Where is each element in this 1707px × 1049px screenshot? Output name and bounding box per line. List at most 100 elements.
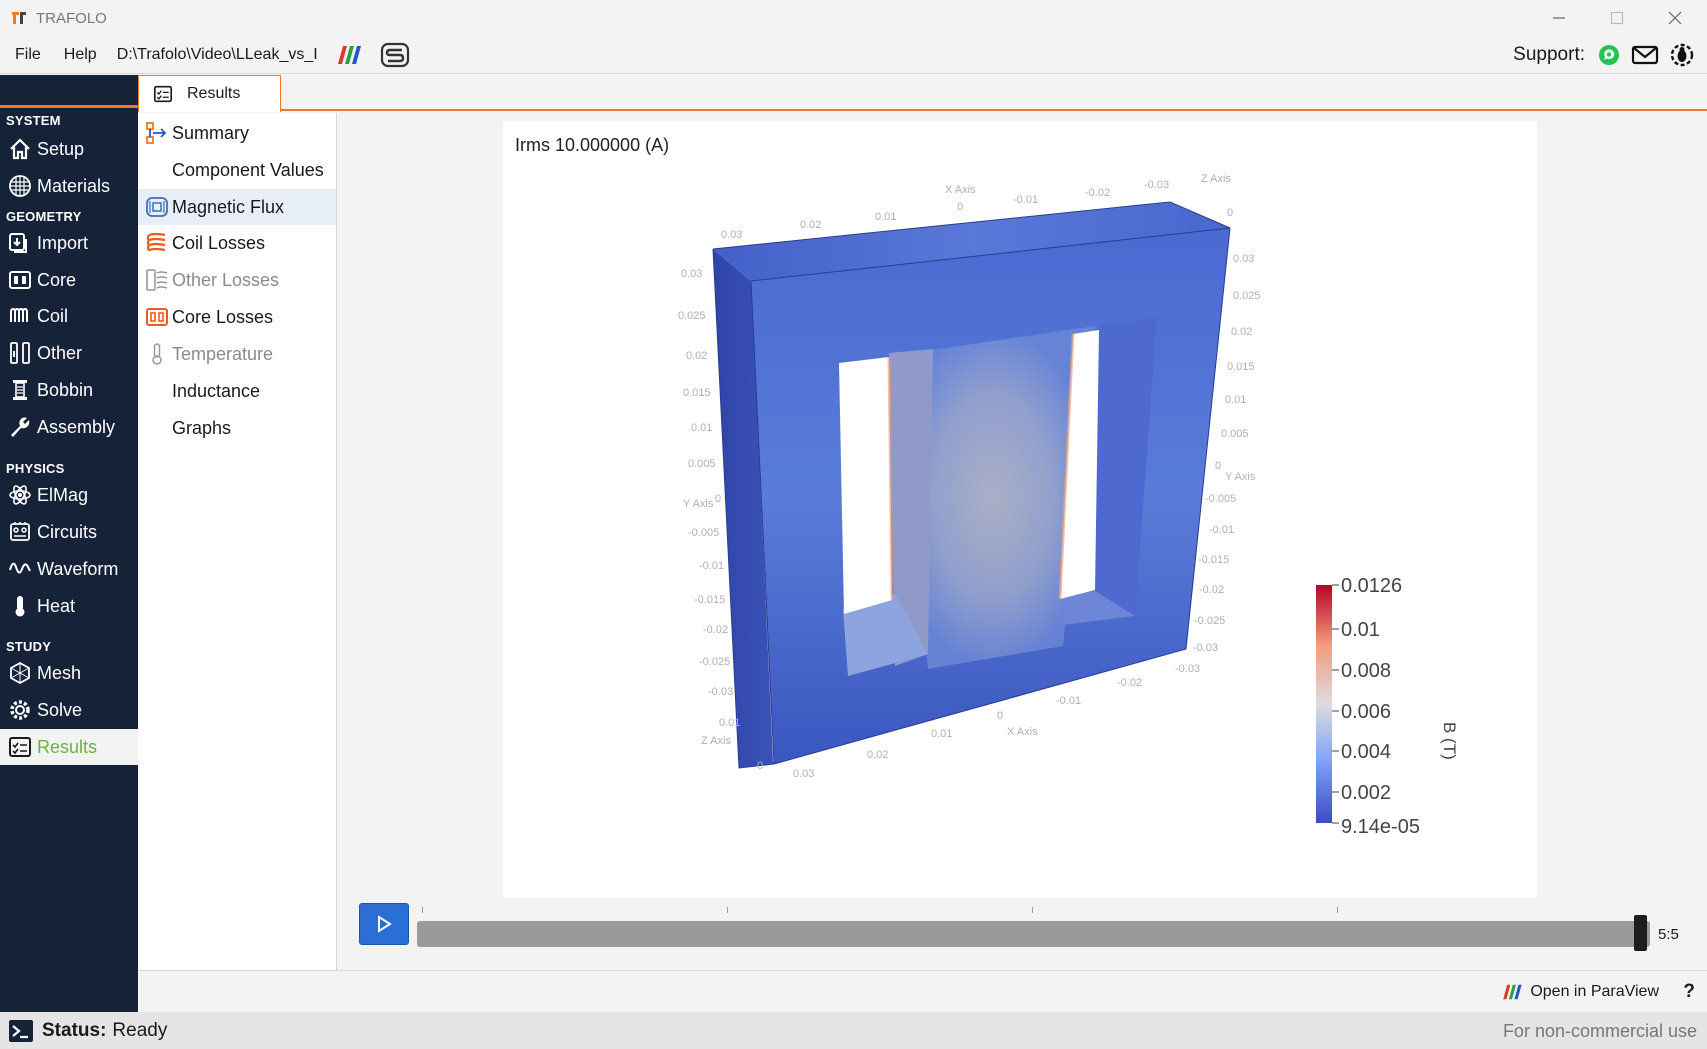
sidebar-item-label: Circuits: [37, 521, 98, 542]
maximize-icon: [1610, 11, 1624, 25]
svg-text:-0.02: -0.02: [1085, 187, 1110, 199]
minimize-icon: [1553, 17, 1565, 19]
other-losses-icon: [146, 269, 168, 291]
results-item-label: Inductance: [172, 380, 261, 401]
results-item-coil-losses[interactable]: Coil Losses: [138, 225, 336, 261]
sidebar-item-setup[interactable]: Setup: [0, 131, 138, 167]
sidebar-item-mesh[interactable]: Mesh: [0, 655, 138, 691]
sidebar-item-import[interactable]: Import: [0, 225, 138, 261]
results-item-label: Coil Losses: [172, 232, 266, 253]
sidebar-item-materials[interactable]: Materials: [0, 168, 138, 204]
results-item-other-losses[interactable]: Other Losses: [138, 262, 336, 298]
paraview-logo-button[interactable]: [334, 44, 364, 66]
terminal-icon[interactable]: [8, 1019, 34, 1043]
svg-text:-0.02: -0.02: [1117, 677, 1142, 689]
minimize-button[interactable]: [1530, 0, 1588, 36]
sidebar-item-label: Assembly: [37, 416, 116, 437]
mail-icon[interactable]: [1631, 44, 1659, 66]
slider-tick: [1032, 907, 1033, 913]
svg-text:0.015: 0.015: [683, 387, 711, 399]
time-slider-handle[interactable]: [1634, 915, 1647, 951]
menu-help[interactable]: Help: [56, 46, 105, 64]
results-item-graphs[interactable]: Graphs: [138, 410, 336, 446]
solve-gear-icon: [10, 700, 30, 720]
sidebar-item-bobbin[interactable]: Bobbin: [0, 372, 138, 408]
status-bar: Status: Ready For non-commercial use: [0, 1012, 1707, 1049]
svg-text:0.005: 0.005: [1221, 428, 1249, 440]
sidebar: SYSTEM Setup Materials GEOMETRY Import C…: [0, 75, 138, 1012]
other-icon: [10, 342, 30, 364]
svg-text:-0.005: -0.005: [688, 527, 719, 539]
svg-text:-0.02: -0.02: [703, 624, 728, 636]
results-item-label: Magnetic Flux: [172, 196, 285, 217]
svg-text:-0.01: -0.01: [1013, 194, 1038, 206]
sidebar-item-label: Solve: [37, 699, 83, 720]
waveform-icon: [9, 562, 31, 574]
sidebar-item-assembly[interactable]: Assembly: [0, 409, 138, 445]
render-viewport[interactable]: Irms 10.000000 (A) X Axis Z Axis 0.03 0.…: [503, 121, 1537, 898]
paraview-logo-icon: [337, 45, 361, 64]
support-area: Support:: [1513, 36, 1695, 74]
core-3d-render[interactable]: X Axis Z Axis 0.03 0.02 0.01 0 -0.01 -0.…: [503, 121, 1537, 898]
s-logo-icon: [380, 42, 409, 67]
sidebar-item-circuits[interactable]: Circuits: [0, 514, 138, 550]
sidebar-item-elmag[interactable]: ElMag: [0, 477, 138, 513]
bottom-x-axis-label: X Axis: [1007, 726, 1038, 738]
menu-file[interactable]: File: [7, 46, 49, 64]
top-x-axis-label: X Axis: [945, 184, 976, 196]
svg-text:0: 0: [997, 710, 1003, 722]
svg-text:-0.01: -0.01: [1056, 695, 1081, 707]
bobbin-icon: [13, 380, 27, 400]
sidebar-item-solve[interactable]: Solve: [0, 692, 138, 728]
mesh-icon: [10, 661, 30, 685]
results-item-temperature[interactable]: Temperature: [138, 336, 336, 372]
left-z-axis-label: Z Axis: [701, 735, 731, 747]
colorbar-title: B (T): [1440, 722, 1459, 760]
results-item-core-losses[interactable]: Core Losses: [138, 299, 336, 335]
time-slider-value: 5:5: [1658, 926, 1679, 943]
help-button[interactable]: ?: [1683, 981, 1695, 1003]
sidebar-section-study: STUDY: [6, 639, 52, 654]
svg-text:0.02: 0.02: [867, 749, 888, 761]
right-y-axis-label: Y Axis: [1225, 471, 1256, 483]
svg-text:0: 0: [715, 493, 721, 505]
sidebar-item-waveform[interactable]: Waveform: [0, 551, 138, 587]
svg-text:0.01: 0.01: [691, 422, 712, 434]
title-bar: TRAFOLO: [0, 0, 1707, 36]
svg-text:0.01: 0.01: [931, 728, 952, 740]
bug-icon[interactable]: [1669, 42, 1695, 68]
sidebar-item-coil[interactable]: Coil: [0, 298, 138, 334]
results-item-component-values[interactable]: Component Values: [138, 152, 336, 188]
sidebar-item-heat[interactable]: Heat: [0, 588, 138, 624]
svg-text:-0.005: -0.005: [1205, 493, 1236, 505]
support-label: Support:: [1513, 44, 1585, 65]
results-icon: [154, 85, 172, 103]
s-logo-button[interactable]: [380, 42, 410, 68]
whatsapp-icon[interactable]: [1597, 43, 1621, 67]
open-in-paraview-button[interactable]: Open in ParaView: [1500, 983, 1659, 1001]
time-slider-track[interactable]: [417, 921, 1650, 947]
sidebar-item-core[interactable]: Core: [0, 262, 138, 298]
trafolo-logo-icon: [12, 12, 26, 24]
sidebar-item-results[interactable]: Results: [0, 729, 138, 765]
coil-losses-icon: [146, 232, 166, 252]
sidebar-item-label: Core: [37, 269, 77, 290]
colorbar-tick-label: 0.008: [1341, 660, 1391, 682]
results-item-magnetic-flux[interactable]: Magnetic Flux: [138, 189, 336, 225]
results-item-summary[interactable]: Summary: [138, 115, 336, 151]
close-button[interactable]: [1646, 0, 1704, 36]
thermometer-icon: [15, 596, 25, 617]
top-z-axis-label: Z Axis: [1201, 173, 1231, 185]
svg-text:-0.03: -0.03: [1144, 179, 1169, 191]
play-button[interactable]: [359, 903, 409, 945]
materials-grid-icon: [9, 175, 31, 197]
sidebar-item-other[interactable]: Other: [0, 335, 138, 371]
results-item-inductance[interactable]: Inductance: [138, 373, 336, 409]
maximize-button[interactable]: [1588, 0, 1646, 36]
results-item-label: Temperature: [172, 343, 274, 364]
results-icon: [9, 737, 31, 757]
sidebar-section-physics: PHYSICS: [6, 461, 65, 476]
tab-results[interactable]: Results: [138, 75, 281, 112]
svg-text:0.02: 0.02: [800, 219, 821, 231]
colorbar-ticks: [1332, 584, 1339, 824]
